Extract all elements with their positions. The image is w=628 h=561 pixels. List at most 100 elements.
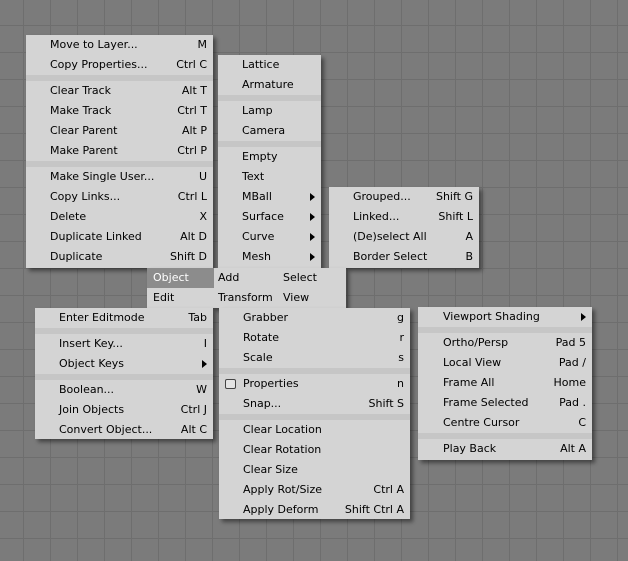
menu-item-label: Object Keys	[59, 357, 124, 370]
menu-item-label: Duplicate Linked	[50, 230, 142, 243]
menu-item-copy-properties[interactable]: Copy Properties... Ctrl C	[26, 55, 213, 75]
menu-item-label: Rotate	[243, 331, 280, 344]
menu-item-frame-selected[interactable]: Frame Selected Pad .	[418, 393, 592, 413]
menu-item-border-select[interactable]: Border Select B	[329, 247, 479, 267]
shortcut-label: s	[398, 351, 404, 364]
shortcut-label: M	[197, 38, 208, 51]
menu-item-frame-all[interactable]: Frame All Home	[418, 373, 592, 393]
menu-item-insert-key[interactable]: Insert Key... I	[35, 334, 213, 354]
shortcut-label: Pad /	[558, 356, 586, 369]
menu-item-curve[interactable]: Curve	[218, 227, 321, 247]
header-view-label: View	[283, 291, 310, 304]
menu-item-enter-editmode[interactable]: Enter Editmode Tab	[35, 308, 213, 328]
menu-item-label: Make Parent	[50, 144, 118, 157]
add-menu: Lattice Armature Lamp Camera Empty Text …	[218, 55, 321, 268]
header-object-button[interactable]: Object	[147, 268, 214, 288]
shortcut-label: Tab	[188, 311, 207, 324]
menu-item-label: MBall	[242, 190, 272, 203]
menu-item-join-objects[interactable]: Join Objects Ctrl J	[35, 400, 213, 420]
menu-item-label: Centre Cursor	[443, 416, 520, 429]
header-add-button[interactable]: Add	[218, 268, 278, 288]
menu-item-label: Convert Object...	[59, 423, 153, 436]
menu-item-label: Make Track	[50, 104, 112, 117]
menu-item-label: Boolean...	[59, 383, 115, 396]
checkbox-icon[interactable]	[225, 379, 236, 389]
menu-item-delete[interactable]: Delete X	[26, 207, 213, 227]
menu-item-label: Snap...	[243, 397, 282, 410]
menu-item-apply-rot-size[interactable]: Apply Rot/Size Ctrl A	[219, 480, 410, 500]
menu-item-label: Clear Parent	[50, 124, 118, 137]
menu-item-clear-size[interactable]: Clear Size	[219, 460, 410, 480]
shortcut-label: Shift D	[170, 250, 207, 263]
menu-item-label: Clear Location	[243, 423, 322, 436]
shortcut-label: Shift Ctrl A	[344, 503, 404, 516]
shortcut-label: B	[465, 250, 473, 263]
menu-item-camera[interactable]: Camera	[218, 121, 321, 141]
menu-item-label: Clear Track	[50, 84, 112, 97]
menu-item-play-back[interactable]: Play Back Alt A	[418, 439, 592, 459]
menu-item-label: (De)select All	[353, 230, 427, 243]
menu-item-deselect-all[interactable]: (De)select All A	[329, 227, 479, 247]
shortcut-label: Alt P	[181, 124, 207, 137]
shortcut-label: C	[578, 416, 586, 429]
shortcut-label: Ctrl A	[373, 483, 404, 496]
shortcut-label: Alt C	[180, 423, 207, 436]
menu-item-grabber[interactable]: Grabber g	[219, 308, 410, 328]
menu-item-mesh[interactable]: Mesh	[218, 247, 321, 267]
header-select-button[interactable]: Select	[283, 268, 343, 288]
menu-item-text[interactable]: Text	[218, 167, 321, 187]
menu-item-snap[interactable]: Snap... Shift S	[219, 394, 410, 414]
menu-item-clear-parent[interactable]: Clear Parent Alt P	[26, 121, 213, 141]
menu-item-grouped[interactable]: Grouped... Shift G	[329, 187, 479, 207]
menu-item-boolean[interactable]: Boolean... W	[35, 380, 213, 400]
menu-item-clear-location[interactable]: Clear Location	[219, 420, 410, 440]
header-edit-label: Edit	[153, 291, 175, 304]
menu-item-object-keys[interactable]: Object Keys	[35, 354, 213, 374]
menu-item-clear-rotation[interactable]: Clear Rotation	[219, 440, 410, 460]
menu-item-apply-deform[interactable]: Apply Deform Shift Ctrl A	[219, 500, 410, 520]
menu-item-label: Insert Key...	[59, 337, 123, 350]
shortcut-label: Shift S	[368, 397, 404, 410]
menu-item-make-track[interactable]: Make Track Ctrl T	[26, 101, 213, 121]
menu-item-make-parent[interactable]: Make Parent Ctrl P	[26, 141, 213, 161]
menu-item-label: Duplicate	[50, 250, 103, 263]
shortcut-label: Alt T	[181, 84, 207, 97]
header-view-button[interactable]: View	[283, 288, 343, 308]
menu-item-label: Ortho/Persp	[443, 336, 509, 349]
menu-item-ortho-persp[interactable]: Ortho/Persp Pad 5	[418, 333, 592, 353]
menu-item-lattice[interactable]: Lattice	[218, 55, 321, 75]
menu-item-local-view[interactable]: Local View Pad /	[418, 353, 592, 373]
header-edit-button[interactable]: Edit	[153, 288, 213, 308]
menu-item-viewport-shading[interactable]: Viewport Shading	[418, 307, 592, 327]
menu-item-mball[interactable]: MBall	[218, 187, 321, 207]
menu-item-armature[interactable]: Armature	[218, 75, 321, 95]
menu-item-copy-links[interactable]: Copy Links... Ctrl L	[26, 187, 213, 207]
menu-item-label: Enter Editmode	[59, 311, 145, 324]
header-transform-button[interactable]: Transform	[218, 288, 282, 308]
menu-item-convert-object[interactable]: Convert Object... Alt C	[35, 420, 213, 440]
menu-item-lamp[interactable]: Lamp	[218, 101, 321, 121]
menu-item-label: Text	[242, 170, 265, 183]
menu-item-linked[interactable]: Linked... Shift L	[329, 207, 479, 227]
edit-menu: Enter Editmode Tab Insert Key... I Objec…	[35, 308, 213, 439]
header-select-label: Select	[283, 271, 317, 284]
submenu-arrow-icon	[310, 193, 315, 201]
menu-item-clear-track[interactable]: Clear Track Alt T	[26, 81, 213, 101]
menu-item-centre-cursor[interactable]: Centre Cursor C	[418, 413, 592, 433]
shortcut-label: W	[196, 383, 207, 396]
menu-item-make-single-user[interactable]: Make Single User... U	[26, 167, 213, 187]
shortcut-label: A	[465, 230, 473, 243]
menu-item-properties[interactable]: Properties n	[219, 374, 410, 394]
shortcut-label: g	[397, 311, 404, 324]
menu-item-surface[interactable]: Surface	[218, 207, 321, 227]
menu-item-scale[interactable]: Scale s	[219, 348, 410, 368]
menu-item-label: Copy Properties...	[50, 58, 148, 71]
shortcut-label: Pad .	[559, 396, 586, 409]
menu-item-label: Make Single User...	[50, 170, 155, 183]
menu-item-label: Frame Selected	[443, 396, 529, 409]
menu-item-rotate[interactable]: Rotate r	[219, 328, 410, 348]
menu-item-move-to-layer[interactable]: Move to Layer... M	[26, 35, 213, 55]
menu-item-duplicate[interactable]: Duplicate Shift D	[26, 247, 213, 267]
menu-item-empty[interactable]: Empty	[218, 147, 321, 167]
menu-item-duplicate-linked[interactable]: Duplicate Linked Alt D	[26, 227, 213, 247]
